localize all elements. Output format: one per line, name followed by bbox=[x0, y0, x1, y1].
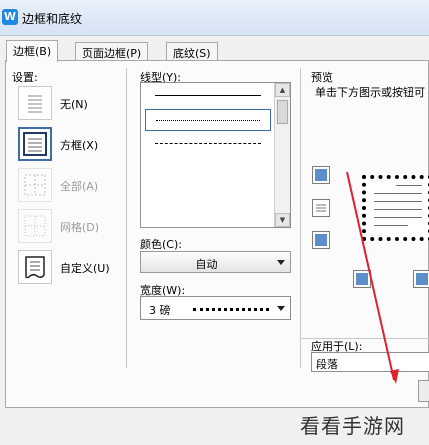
annotation-arrow-icon bbox=[346, 171, 399, 384]
watermark: 看看手游网 bbox=[300, 414, 405, 438]
tab-borders[interactable]: 边框(B) bbox=[6, 40, 59, 62]
